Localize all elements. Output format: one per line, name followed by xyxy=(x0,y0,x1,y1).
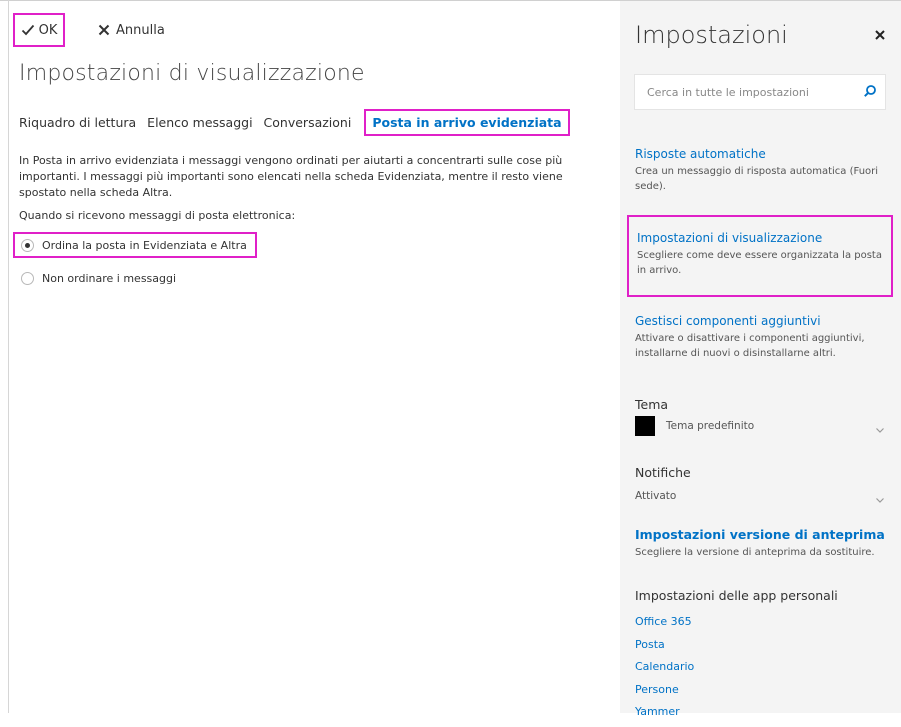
radio-sort-focused-other[interactable]: Ordina la posta in Evidenziata e Altra xyxy=(13,232,257,258)
page-title: Impostazioni di visualizzazione xyxy=(19,61,365,86)
close-icon xyxy=(874,26,886,45)
chevron-down-icon xyxy=(874,494,886,506)
cancel-button[interactable]: Annulla xyxy=(97,13,165,47)
settings-tabs: Riquadro di lettura Elenco messaggi Conv… xyxy=(19,107,576,137)
preview-version-link[interactable]: Impostazioni versione di anteprima xyxy=(635,527,885,542)
automatic-replies-description: Crea un messaggio di risposta automatica… xyxy=(635,166,879,192)
personal-apps-list: Office 365 Posta Calendario Persone Yamm… xyxy=(635,614,694,727)
radio-button-unselected[interactable] xyxy=(21,271,34,285)
theme-dropdown[interactable]: Tema predefinito xyxy=(635,415,890,437)
display-settings-pane: OK Annulla Impostazioni di visualizzazio… xyxy=(9,1,620,713)
notifications-label: Notifiche xyxy=(635,465,691,480)
search-button[interactable] xyxy=(855,75,885,109)
app-link-mail[interactable]: Posta xyxy=(635,637,694,660)
personal-apps-label: Impostazioni delle app personali xyxy=(635,588,838,603)
theme-value: Tema predefinito xyxy=(666,420,755,432)
automatic-replies-link[interactable]: Risposte automatiche xyxy=(635,147,885,161)
display-settings-link[interactable]: Impostazioni di visualizzazione xyxy=(637,231,891,245)
tab-conversations[interactable]: Conversazioni xyxy=(264,115,357,130)
chevron-down-icon xyxy=(874,424,886,436)
notifications-dropdown[interactable]: Attivato xyxy=(635,485,890,507)
close-icon xyxy=(97,23,111,37)
checkmark-icon xyxy=(21,23,35,37)
tab-focused-inbox[interactable]: Posta in arrivo evidenziata xyxy=(364,108,570,136)
radio-button-selected[interactable] xyxy=(21,238,34,252)
display-settings-description: Scegliere come deve essere organizzata l… xyxy=(637,250,882,276)
preview-version-description: Scegliere la versione di anteprima da so… xyxy=(635,547,875,558)
settings-item-automatic-replies: Risposte automatiche Crea un messaggio d… xyxy=(635,147,885,194)
tab-message-list[interactable]: Elenco messaggi xyxy=(147,115,257,130)
settings-title: Impostazioni xyxy=(635,21,788,49)
notifications-value: Attivato xyxy=(635,490,677,502)
settings-search-input[interactable] xyxy=(635,75,855,109)
radio-do-not-sort-label: Non ordinare i messaggi xyxy=(42,271,177,285)
app-link-office365[interactable]: Office 365 xyxy=(635,614,694,637)
ok-button[interactable]: OK xyxy=(13,13,65,47)
manage-addins-description: Attivare o disattivare i componenti aggi… xyxy=(635,333,865,359)
close-settings-button[interactable] xyxy=(870,25,890,45)
settings-item-display-settings: Impostazioni di visualizzazione Sceglier… xyxy=(627,215,893,297)
theme-swatch xyxy=(635,416,655,436)
app-link-yammer[interactable]: Yammer xyxy=(635,704,694,727)
app-link-calendar[interactable]: Calendario xyxy=(635,659,694,682)
cancel-button-label: Annulla xyxy=(116,22,165,38)
settings-item-preview-version: Impostazioni versione di anteprima Scegl… xyxy=(635,527,885,560)
radio-do-not-sort[interactable]: Non ordinare i messaggi xyxy=(21,267,176,289)
theme-label: Tema xyxy=(635,397,669,412)
radio-dot xyxy=(25,242,30,248)
manage-addins-link[interactable]: Gestisci componenti aggiuntivi xyxy=(635,314,885,328)
toolbar: OK Annulla xyxy=(9,13,609,49)
tab-reading-pane[interactable]: Riquadro di lettura xyxy=(19,115,141,130)
settings-item-manage-addins: Gestisci componenti aggiuntivi Attivare … xyxy=(635,314,885,361)
settings-panel: Impostazioni Risposte automatiche Crea u… xyxy=(620,1,901,718)
app-link-people[interactable]: Persone xyxy=(635,682,694,705)
settings-search xyxy=(634,74,886,110)
ok-button-label: OK xyxy=(38,22,58,38)
radio-sort-focused-other-label: Ordina la posta in Evidenziata e Altra xyxy=(42,238,247,252)
sort-question-label: Quando si ricevono messaggi di posta ele… xyxy=(19,209,296,222)
focused-inbox-description: In Posta in arrivo evidenziata i messagg… xyxy=(19,154,563,199)
search-icon xyxy=(863,83,877,102)
